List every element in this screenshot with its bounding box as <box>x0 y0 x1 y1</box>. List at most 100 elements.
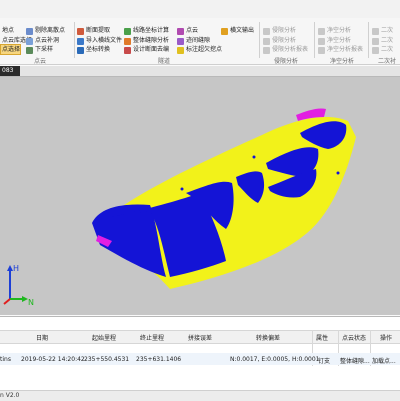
ribbon-btn-secondary-3[interactable]: 二次 <box>372 46 393 54</box>
document-tab-strip <box>0 66 400 77</box>
pointcloud-icon <box>177 27 184 35</box>
group-separator <box>314 22 315 58</box>
text-output-icon <box>221 27 228 35</box>
ribbon-btn-text-output-label: 横文输出 <box>230 27 255 34</box>
ribbon-btn-clearance-limit-2-label: 侵限分析 <box>272 37 297 44</box>
design-section-icon <box>124 46 131 54</box>
app-window: 地点 剔除离散点 断面提取 线路坐标计算 点云 横文输出 侵限分析 净空分析 二… <box>0 0 400 401</box>
group-label-pointcloud: 点云 <box>34 58 47 65</box>
group-label-clearance-limit: 侵限分析 <box>274 58 299 65</box>
clearance-report-icon <box>318 46 325 54</box>
track-gap-icon <box>177 37 184 45</box>
cell-attribute: 钉支 <box>318 358 331 365</box>
e-axis-line <box>3 298 11 305</box>
cell-cloud-status[interactable]: 整体缝隙... <box>340 356 370 365</box>
clearance-limit-report-icon <box>263 46 270 54</box>
ribbon-btn-remove-outliers-label: 剔除离散点 <box>35 27 66 34</box>
ribbon-btn-gap-analysis[interactable]: 整体缝隙分析 <box>124 37 169 45</box>
ribbon-btn-clearance-2-label: 净空分析 <box>327 37 352 44</box>
ribbon-btn-track-gap[interactable]: 迹间缝隙 <box>177 37 210 45</box>
ribbon-btn-route-coords-label: 线路坐标计算 <box>133 27 170 34</box>
section-extract-icon <box>77 27 84 35</box>
ribbon-btn-clearance-report-label: 净空分析报表 <box>327 46 364 53</box>
col-stitch-error: 拼接误差 <box>188 335 213 342</box>
status-text: n V2.0 <box>0 392 20 399</box>
col-end-mileage: 终止里程 <box>140 335 165 342</box>
remove-outliers-icon <box>26 27 33 35</box>
ribbon-btn-clearance-report[interactable]: 净空分析报表 <box>318 46 363 54</box>
n-axis-label: N <box>28 298 34 307</box>
route-coords-icon <box>124 27 131 35</box>
document-tab[interactable]: 083 <box>0 66 20 76</box>
ribbon-btn-point-label: 地点 <box>2 27 15 34</box>
ribbon-btn-point-select[interactable]: 点选择 <box>2 46 20 54</box>
ribbon-btn-secondary-2-label: 二次 <box>381 37 394 44</box>
3d-viewport[interactable]: H N <box>0 77 400 315</box>
ribbon-btn-text-output[interactable]: 横文输出 <box>221 27 254 35</box>
ribbon-btn-clearance-limit-report[interactable]: 侵限分析报表 <box>263 46 308 54</box>
ribbon-btn-clearance-limit[interactable]: 侵限分析 <box>263 27 296 35</box>
ribbon-btn-clearance-2[interactable]: 净空分析 <box>318 37 351 45</box>
ribbon-btn-import-line[interactable]: 导入横线文件 <box>77 37 122 45</box>
col-start-mileage: 起始里程 <box>92 335 117 342</box>
col-transform-deviation: 转换偏差 <box>256 335 281 342</box>
cell-operation[interactable]: 加载点... <box>372 356 396 365</box>
group-label-tunnel: 隧道 <box>158 58 171 65</box>
cell-date: 2019-05-22 14:20:42 <box>21 356 85 363</box>
mark-overbreak-icon <box>177 46 184 54</box>
group-separator <box>259 22 260 58</box>
ribbon-btn-secondary-2[interactable]: 二次 <box>372 37 393 45</box>
ribbon-btn-remove-outliers[interactable]: 剔除离散点 <box>26 27 65 35</box>
cell-name: tins <box>0 356 11 363</box>
group-label-secondary: 二次衬 <box>378 58 397 65</box>
col-operation: 操作 <box>380 335 393 342</box>
col-date: 日期 <box>36 335 49 342</box>
axis-gizmo: H N <box>3 264 34 307</box>
ribbon-btn-clearance[interactable]: 净空分析 <box>318 27 351 35</box>
import-line-icon <box>77 37 84 45</box>
ribbon-btn-clearance-limit-label: 侵限分析 <box>272 27 297 34</box>
clearance-limit-2-icon <box>263 37 270 45</box>
ribbon-btn-section-extract-label: 断面提取 <box>86 27 111 34</box>
ribbon-btn-secondary-3-label: 二次 <box>381 46 394 53</box>
ribbon-btn-fill-holes-label: 点云补洞 <box>35 37 60 44</box>
gap-analysis-icon <box>124 37 131 45</box>
ribbon-btn-clearance-limit-report-label: 侵限分析报表 <box>272 46 309 53</box>
ribbon-btn-route-coords[interactable]: 线路坐标计算 <box>124 27 169 35</box>
group-separator <box>368 22 369 58</box>
ribbon-btn-gap-analysis-label: 整体缝隙分析 <box>133 37 170 44</box>
clearance-limit-icon <box>263 27 270 35</box>
ribbon-btn-mark-overbreak[interactable]: 标注超欠挖点 <box>177 46 222 54</box>
downsample-icon <box>26 46 33 54</box>
secondary-icon <box>372 27 379 35</box>
cell-transform-deviation: N:0.0017, E:0.0005, H:0.0001 <box>230 356 320 363</box>
ribbon-btn-downsample-label: 下采样 <box>35 46 54 53</box>
ribbon-btn-clearance-label: 净空分析 <box>327 27 352 34</box>
clearance-icon <box>318 27 325 35</box>
ribbon-btn-point[interactable]: 地点 <box>2 27 14 35</box>
col-cloud-status: 点云状态 <box>342 335 367 342</box>
ribbon-btn-clearance-limit-2[interactable]: 侵限分析 <box>263 37 296 45</box>
group-separator <box>74 22 75 58</box>
ribbon-btn-secondary-label: 二次 <box>381 27 394 34</box>
clearance-2-icon <box>318 37 325 45</box>
secondary-3-icon <box>372 46 379 54</box>
ribbon-btn-fill-holes[interactable]: 点云补洞 <box>26 37 59 45</box>
ribbon-btn-coord-transform[interactable]: 坐标转换 <box>77 46 110 54</box>
ribbon-btn-pointcloud-label: 点云 <box>186 27 199 34</box>
ribbon-btn-secondary[interactable]: 二次 <box>372 27 393 35</box>
ribbon-btn-pointcloud[interactable]: 点云 <box>177 27 198 35</box>
ribbon-btn-point-select-label: 点选择 <box>2 46 21 53</box>
coord-transform-icon <box>77 46 84 54</box>
ribbon-btn-downsample[interactable]: 下采样 <box>26 46 53 54</box>
ribbon-btn-track-gap-label: 迹间缝隙 <box>186 37 211 44</box>
fill-holes-icon <box>26 37 33 45</box>
ribbon-btn-section-extract[interactable]: 断面提取 <box>77 27 110 35</box>
ribbon-btn-design-section[interactable]: 设计断面去编 <box>124 46 169 54</box>
ribbon-btn-design-section-label: 设计断面去编 <box>133 46 170 53</box>
cell-start-mileage: 235+550.4531 <box>84 356 130 363</box>
ribbon-btn-mark-overbreak-label: 标注超欠挖点 <box>186 46 223 53</box>
secondary-2-icon <box>372 37 379 45</box>
ribbon-btn-coord-transform-label: 坐标转换 <box>86 46 111 53</box>
h-axis-label: H <box>13 264 19 273</box>
